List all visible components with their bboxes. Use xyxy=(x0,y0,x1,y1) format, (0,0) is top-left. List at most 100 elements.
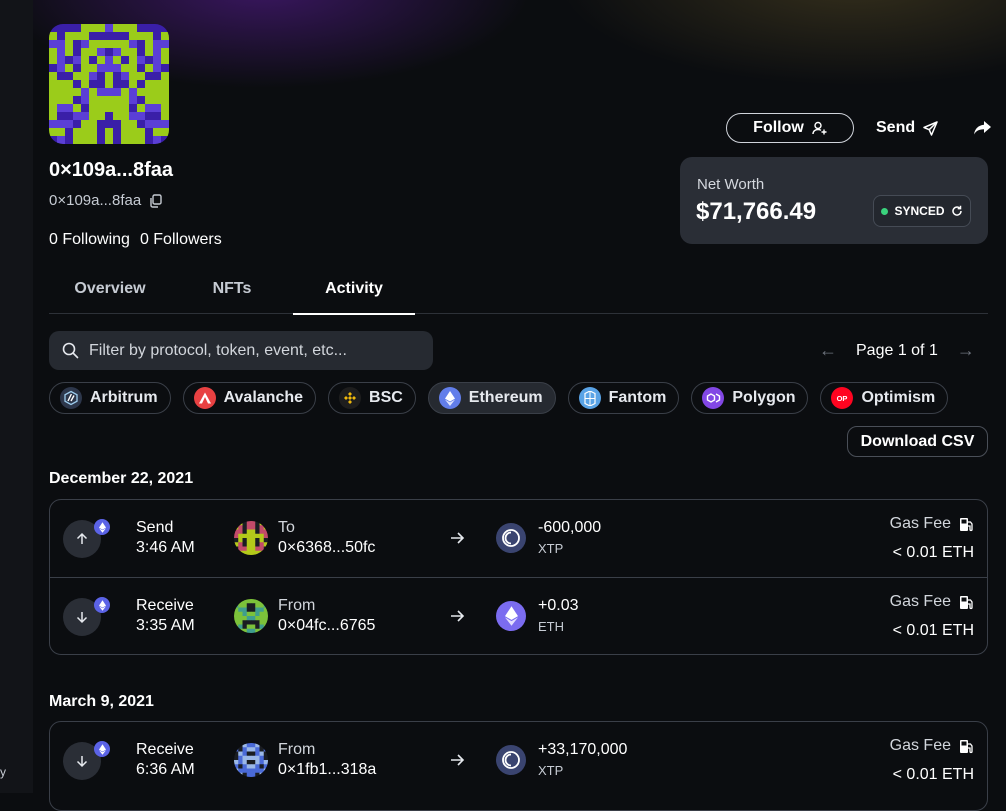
chain-filter-bsc[interactable]: BSC xyxy=(328,382,416,414)
chain-label: Fantom xyxy=(608,389,667,406)
chain-label: Optimism xyxy=(861,389,936,406)
counterparty-label: From xyxy=(278,741,316,758)
transaction-time: 6:36 AM xyxy=(136,761,195,778)
chain-filter-ethereum[interactable]: Ethereum xyxy=(427,382,556,414)
transaction-type: Receive xyxy=(136,597,194,614)
transaction-row[interactable]: Receive 3:35 AM From 0×04fc...6765 +0.03… xyxy=(50,577,987,654)
transaction-amount: +0.03 xyxy=(538,597,579,614)
address-row: 0×109a...8faa xyxy=(49,192,163,209)
net-worth-card: Net Worth $71,766.49 SYNCED xyxy=(680,157,988,244)
eth-token-icon xyxy=(496,601,526,631)
chain-filter-arbitrum[interactable]: Arbitrum xyxy=(49,382,171,414)
follow-stats: 0 Following 0 Followers xyxy=(49,231,222,249)
share-button[interactable] xyxy=(972,118,992,138)
chain-filters: Arbitrum Avalanche BSC Ethereum Fantom P… xyxy=(49,382,949,414)
next-page-arrow-icon[interactable]: → xyxy=(956,340,976,361)
avalanche-icon xyxy=(193,387,216,409)
pagination: ← Page 1 of 1 → xyxy=(818,340,976,361)
tab-nfts[interactable]: NFTs xyxy=(171,266,293,313)
counterparty-label: To xyxy=(278,519,295,536)
synced-label: SYNCED xyxy=(894,204,945,218)
profile-actions: Follow Send xyxy=(726,113,992,143)
counterparty-address[interactable]: 0×6368...50fc xyxy=(278,539,375,557)
synced-button[interactable]: SYNCED xyxy=(873,195,971,227)
follow-label: Follow xyxy=(753,119,804,136)
svg-text:OP: OP xyxy=(837,394,848,403)
counterparty-avatar xyxy=(234,743,268,777)
profile-tabs: Overview NFTs Activity xyxy=(49,266,988,315)
polygon-icon xyxy=(702,387,725,409)
transaction-type: Send xyxy=(136,519,174,536)
chain-filter-polygon[interactable]: Polygon xyxy=(691,382,809,414)
gas-fee-text: Gas Fee xyxy=(889,737,951,754)
gas-fee-value: < 0.01 ETH xyxy=(892,544,974,561)
send-icon xyxy=(923,120,938,136)
gas-fee-label: Gas Fee xyxy=(890,737,974,755)
chain-label: Polygon xyxy=(732,389,796,406)
chain-filter-optimism[interactable]: OP Optimism xyxy=(820,382,949,414)
ethereum-icon xyxy=(438,387,461,409)
gas-fee-text: Gas Fee xyxy=(889,593,951,610)
counterparty-address[interactable]: 0×04fc...6765 xyxy=(278,617,375,635)
profile-handle: 0×109a...8faa xyxy=(49,159,173,181)
token-symbol: ETH xyxy=(538,619,564,634)
xtp-token-icon xyxy=(496,523,526,553)
bsc-icon xyxy=(339,387,362,409)
activity-date-heading: March 9, 2021 xyxy=(49,693,154,710)
profile-avatar xyxy=(49,24,169,144)
token-symbol: XTP xyxy=(538,763,564,778)
download-csv-button[interactable]: Download CSV xyxy=(847,426,988,457)
chain-label: BSC xyxy=(369,389,403,406)
transaction-type: Receive xyxy=(136,741,194,758)
ethereum-icon xyxy=(94,519,110,535)
xtp-token-icon xyxy=(496,745,526,775)
gas-fee-text: Gas Fee xyxy=(889,515,951,532)
counterparty-label: From xyxy=(278,597,316,614)
ethereum-icon xyxy=(94,597,110,613)
search-icon xyxy=(62,342,79,359)
fantom-icon xyxy=(578,387,601,409)
arrow-right-icon xyxy=(451,532,465,544)
header-gradient xyxy=(33,0,1006,170)
sidebar-edge-text: y xyxy=(0,765,6,779)
prev-page-arrow-icon[interactable]: ← xyxy=(818,340,838,361)
counterparty-avatar xyxy=(234,521,268,555)
chain-filter-avalanche[interactable]: Avalanche xyxy=(182,382,317,414)
tab-overview[interactable]: Overview xyxy=(49,266,171,313)
gas-pump-icon xyxy=(960,595,973,609)
gas-fee-value: < 0.01 ETH xyxy=(892,622,974,639)
transaction-time: 3:35 AM xyxy=(136,617,195,634)
activity-search xyxy=(49,331,433,370)
following-count[interactable]: 0 Following xyxy=(49,231,130,249)
transaction-amount: +33,170,000 xyxy=(538,741,628,758)
counterparty-address[interactable]: 0×1fb1...318a xyxy=(278,761,376,779)
add-user-icon xyxy=(812,121,827,134)
left-sidebar-edge: y xyxy=(0,0,33,793)
chain-label: Arbitrum xyxy=(90,389,158,406)
synced-status-dot xyxy=(881,207,889,215)
gas-fee-value: < 0.01 ETH xyxy=(892,766,974,783)
copy-icon[interactable] xyxy=(149,193,163,208)
followers-count[interactable]: 0 Followers xyxy=(140,231,222,249)
transaction-amount: -600,000 xyxy=(538,519,602,536)
arbitrum-icon xyxy=(60,387,82,409)
tab-activity[interactable]: Activity xyxy=(293,266,415,315)
counterparty-avatar xyxy=(234,599,268,633)
send-button[interactable]: Send xyxy=(876,119,938,137)
profile-address: 0×109a...8faa xyxy=(49,192,142,209)
send-label: Send xyxy=(876,119,916,136)
arrow-right-icon xyxy=(451,610,465,622)
gas-fee-label: Gas Fee xyxy=(890,593,974,611)
transaction-row[interactable]: Send 3:46 AM To 0×6368...50fc -600,000 X… xyxy=(50,500,987,577)
chain-filter-fantom[interactable]: Fantom xyxy=(567,382,680,414)
transaction-row[interactable]: Receive 6:36 AM From 0×1fb1...318a +33,1… xyxy=(50,722,987,799)
optimism-icon: OP xyxy=(831,387,854,409)
ethereum-icon xyxy=(94,741,110,757)
search-input[interactable] xyxy=(87,340,421,361)
gas-pump-icon xyxy=(960,517,973,531)
share-icon xyxy=(973,121,991,135)
arrow-right-icon xyxy=(451,754,465,766)
chain-label: Avalanche xyxy=(223,389,304,406)
page-indicator: Page 1 of 1 xyxy=(856,341,938,359)
follow-button[interactable]: Follow xyxy=(726,113,854,143)
